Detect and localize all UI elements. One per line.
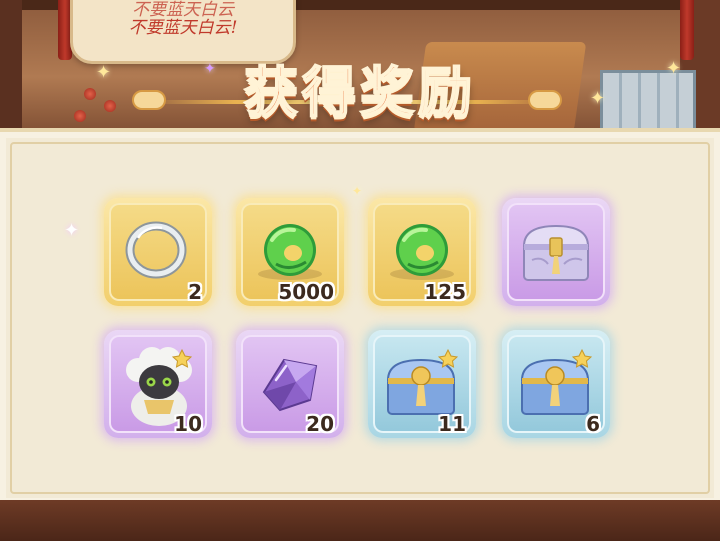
reward-quantity: 2 xyxy=(188,280,202,304)
reward-slot[interactable]: 11 xyxy=(368,330,476,438)
reward-quantity: 10 xyxy=(174,412,202,436)
reward-quantity: 125 xyxy=(424,280,466,304)
reward-slot[interactable]: 5000 xyxy=(236,198,344,306)
reward-quantity: 5000 xyxy=(278,280,334,304)
reward-slot[interactable]: 20 xyxy=(236,330,344,438)
reward-slot[interactable]: 6 xyxy=(502,330,610,438)
reward-quantity: 6 xyxy=(586,412,600,436)
purple-chest-icon xyxy=(522,224,590,281)
reward-quantity: 11 xyxy=(438,412,466,436)
reward-slot[interactable]: 10 xyxy=(104,330,212,438)
reward-slot[interactable]: 125 xyxy=(368,198,476,306)
reward-slot[interactable] xyxy=(502,198,610,306)
reward-quantity: 20 xyxy=(306,412,334,436)
reward-grid: 2 5000 125 10 20 11 6 xyxy=(0,0,720,541)
reward-slot[interactable]: 2 xyxy=(104,198,212,306)
